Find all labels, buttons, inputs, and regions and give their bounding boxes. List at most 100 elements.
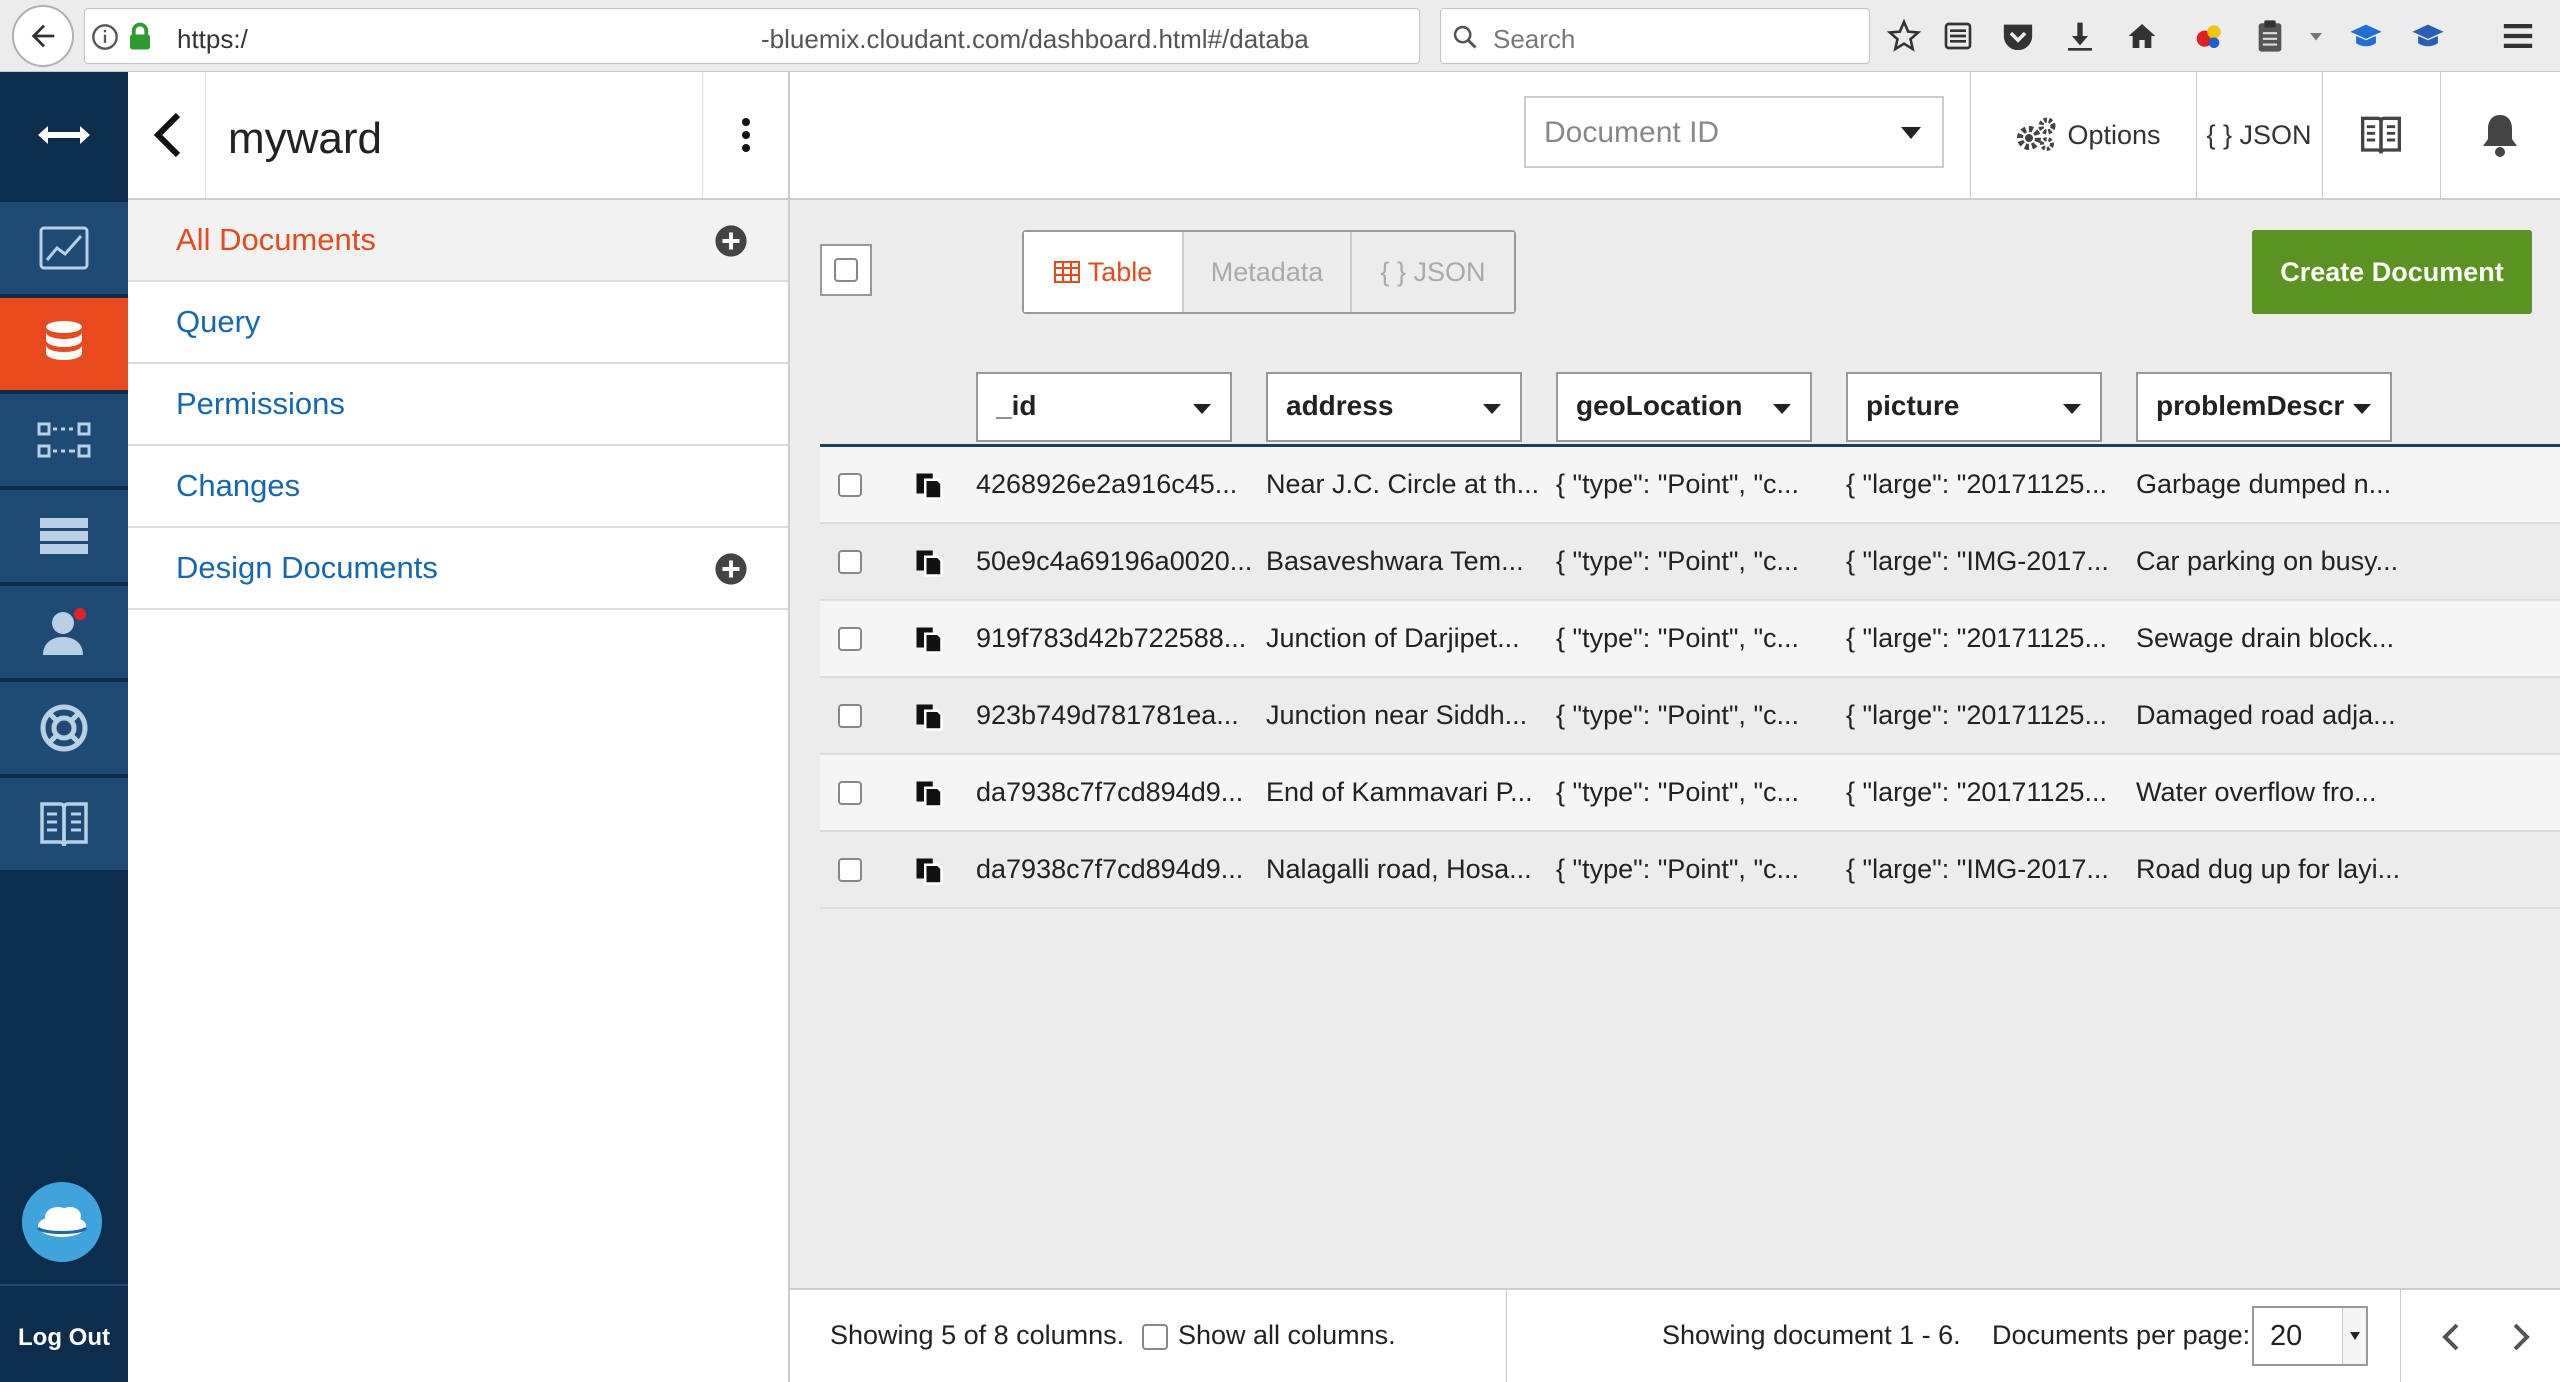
sidebar-item-permissions[interactable]: Permissions <box>128 364 788 446</box>
row-checkbox[interactable] <box>838 858 862 882</box>
per-page-value: 20 <box>2270 1320 2303 1352</box>
table-row[interactable]: 923b749d781781ea... Junction near Siddh.… <box>820 678 2560 755</box>
address-bar[interactable]: https:/ -bluemix.cloudant.com/dashboard.… <box>84 8 1484 64</box>
select-all-checkbox[interactable] <box>820 244 872 296</box>
create-document-button[interactable]: Create Document <box>2252 230 2532 314</box>
logout-link[interactable]: Log Out <box>0 1324 128 1352</box>
nav-databases[interactable] <box>0 298 128 392</box>
sidebar-item-all-documents[interactable]: All Documents <box>128 200 788 282</box>
column-header-geolocation[interactable]: geoLocation <box>1556 372 1812 442</box>
tab-json[interactable]: { } JSON <box>1350 232 1514 312</box>
copy-icon[interactable] <box>914 548 944 583</box>
clipboard-icon[interactable] <box>2248 14 2292 58</box>
cell-id: 50e9c4a69196a0020... <box>976 546 1253 576</box>
row-checkbox[interactable] <box>838 781 862 805</box>
graduation-cap-icon[interactable] <box>2344 14 2388 58</box>
column-header-address[interactable]: address <box>1266 372 1522 442</box>
chevron-right-icon <box>2513 1323 2530 1351</box>
database-icon <box>46 321 82 360</box>
copy-icon[interactable] <box>914 779 944 814</box>
sidebar-item-changes[interactable]: Changes <box>128 446 788 528</box>
nav-documentation[interactable] <box>0 778 128 872</box>
table-row[interactable]: 919f783d42b722588... Junction of Darjipe… <box>820 601 2560 678</box>
caret-down-icon <box>1192 402 1212 420</box>
hamburger-menu-icon[interactable] <box>2496 14 2540 58</box>
nav-user[interactable] <box>0 586 128 680</box>
table-row[interactable]: da7938c7f7cd894d9... End of Kammavari P.… <box>820 755 2560 832</box>
nav-monitoring[interactable] <box>0 202 128 296</box>
cell-geolocation: { "type": "Point", "c... <box>1556 854 1800 884</box>
tab-table[interactable]: Table <box>1024 232 1182 312</box>
cell-address: Junction of Darjipet... <box>1266 623 1520 653</box>
copy-icon[interactable] <box>914 702 944 737</box>
copy-icon[interactable] <box>914 625 944 660</box>
cell-geolocation: { "type": "Point", "c... <box>1556 546 1800 576</box>
next-page-button[interactable] <box>2496 1312 2546 1362</box>
sidebar-item-label: Permissions <box>176 386 345 421</box>
graduation-cap-icon[interactable] <box>2406 14 2450 58</box>
cell-geolocation: { "type": "Point", "c... <box>1556 700 1800 730</box>
plus-circle-icon[interactable] <box>714 552 748 591</box>
column-header-problem-description[interactable]: problemDescri... <box>2136 372 2392 442</box>
row-checkbox[interactable] <box>838 550 862 574</box>
overflow-chevron-icon[interactable] <box>2294 14 2338 58</box>
row-checkbox[interactable] <box>838 473 862 497</box>
gears-icon <box>2017 117 2056 151</box>
browser-back-button[interactable] <box>12 5 74 67</box>
cell-geolocation: { "type": "Point", "c... <box>1556 469 1800 499</box>
per-page-label: Documents per page: <box>1992 1320 2251 1350</box>
options-button[interactable]: Options <box>2008 72 2168 198</box>
extension-colorful-icon[interactable] <box>2188 14 2232 58</box>
cell-problem-description: Car parking on busy... <box>2136 546 2399 576</box>
home-icon[interactable] <box>2120 14 2164 58</box>
nav-account[interactable] <box>0 490 128 584</box>
pocket-icon[interactable] <box>1996 14 2040 58</box>
arrow-left-icon <box>31 24 55 48</box>
back-to-databases-button[interactable] <box>128 72 206 198</box>
column-header-picture[interactable]: picture <box>1846 372 2102 442</box>
documentation-button[interactable] <box>2322 72 2440 198</box>
book-icon <box>2361 116 2401 154</box>
copy-icon[interactable] <box>914 856 944 891</box>
column-header-label: address <box>1286 390 1394 421</box>
download-icon[interactable] <box>2058 14 2102 58</box>
sidebar-item-query[interactable]: Query <box>128 282 788 364</box>
database-menu-button[interactable] <box>702 72 788 198</box>
copy-icon[interactable] <box>914 471 944 506</box>
table-row[interactable]: da7938c7f7cd894d9... Nalagalli road, Hos… <box>820 832 2560 909</box>
document-id-select[interactable]: Document ID <box>1524 96 1944 168</box>
row-checkbox[interactable] <box>838 627 862 651</box>
chevron-left-icon <box>2442 1323 2459 1351</box>
nav-support[interactable] <box>0 682 128 776</box>
browser-search-input[interactable]: Search <box>1440 8 1870 64</box>
cell-picture: { "large": "IMG-2017... <box>1846 854 2109 884</box>
sidebar-item-design-documents[interactable]: Design Documents <box>128 528 788 610</box>
cell-id: 4268926e2a916c45... <box>976 469 1238 499</box>
nav-toggle-button[interactable] <box>0 72 128 200</box>
browser-toolbar: https:/ -bluemix.cloudant.com/dashboard.… <box>0 0 2560 72</box>
previous-page-button[interactable] <box>2426 1312 2476 1362</box>
show-all-columns-label[interactable]: Show all columns. <box>1178 1320 1396 1351</box>
show-all-columns-checkbox[interactable] <box>1142 1324 1168 1350</box>
caret-down-icon <box>1482 402 1502 420</box>
cell-id: 923b749d781781ea... <box>976 700 1239 730</box>
table-row[interactable]: 4268926e2a916c45... Near J.C. Circle at … <box>820 447 2560 524</box>
tab-metadata[interactable]: Metadata <box>1182 232 1350 312</box>
column-header-id[interactable]: _id <box>976 372 1232 442</box>
divider <box>1970 72 1971 198</box>
bookmark-star-icon[interactable] <box>1882 14 1926 58</box>
notifications-button[interactable] <box>2440 72 2560 198</box>
table-row[interactable]: 50e9c4a69196a0020... Basaveshwara Tem...… <box>820 524 2560 601</box>
caret-down-icon <box>1772 402 1792 420</box>
plus-circle-icon[interactable] <box>714 224 748 263</box>
info-icon[interactable] <box>91 23 119 56</box>
cell-problem-description: Water overflow fro... <box>2136 777 2377 807</box>
caret-down-icon <box>1900 126 1922 145</box>
json-button[interactable]: { } JSON <box>2196 72 2322 198</box>
cell-id: da7938c7f7cd894d9... <box>976 854 1244 884</box>
document-id-placeholder: Document ID <box>1544 116 1720 149</box>
reading-list-icon[interactable] <box>1936 14 1980 58</box>
per-page-select[interactable]: 20 <box>2252 1306 2368 1366</box>
nav-replication[interactable] <box>0 394 128 488</box>
row-checkbox[interactable] <box>838 704 862 728</box>
